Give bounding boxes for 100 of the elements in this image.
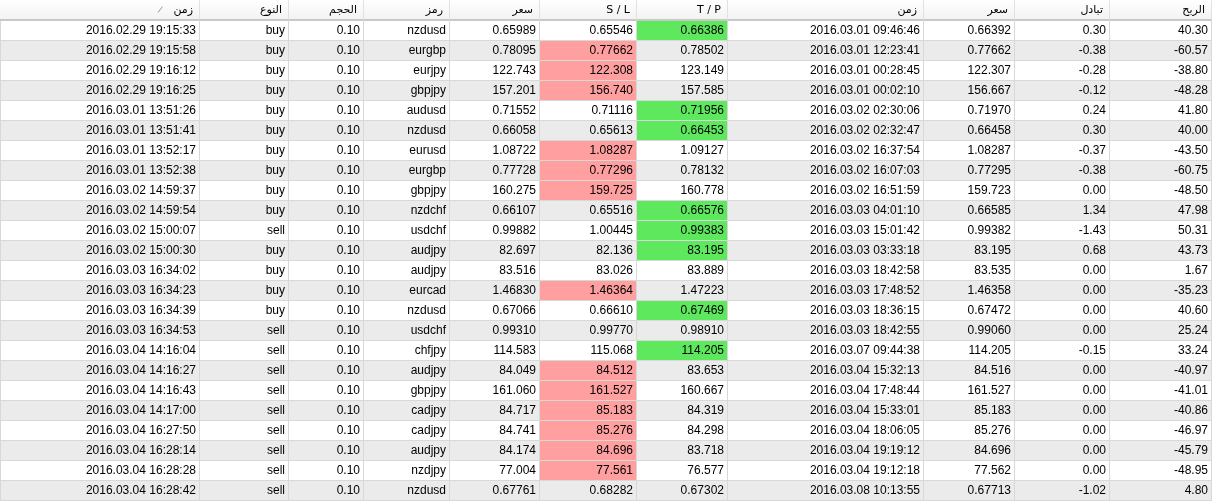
- table-cell: 0.65989: [450, 21, 540, 41]
- table-cell: buy: [200, 101, 289, 121]
- table-cell: 77.561: [540, 461, 637, 481]
- table-cell: 2016.03.02 16:07:03: [728, 161, 924, 181]
- table-cell: gbpjpy: [364, 81, 450, 101]
- table-cell: 2016.03.02 15:00:07: [0, 221, 200, 241]
- table-cell: 160.275: [450, 181, 540, 201]
- table-cell: -41.01: [1110, 381, 1212, 401]
- column-header[interactable]: T / P: [637, 0, 728, 21]
- table-cell: 2016.03.08 10:13:55: [728, 481, 924, 501]
- table-cell: buy: [200, 21, 289, 41]
- table-cell: 0.67761: [450, 481, 540, 501]
- table-cell: 0.00: [1015, 381, 1110, 401]
- table-cell: 0.10: [289, 441, 364, 461]
- table-cell: sell: [200, 381, 289, 401]
- table-cell: 0.77662: [540, 41, 637, 61]
- column-header[interactable]: S / L: [540, 0, 637, 21]
- table-cell: 2016.03.02 16:51:59: [728, 181, 924, 201]
- table-cell: 1.34: [1015, 201, 1110, 221]
- table-cell: -40.86: [1110, 401, 1212, 421]
- column-header[interactable]: الحجم: [289, 0, 364, 21]
- table-cell: 82.697: [450, 241, 540, 261]
- table-cell: usdchf: [364, 221, 450, 241]
- table-cell: 2016.03.04 18:06:05: [728, 421, 924, 441]
- table-cell: -48.28: [1110, 81, 1212, 101]
- table-cell: 1.08722: [450, 141, 540, 161]
- table-cell: 41.80: [1110, 101, 1212, 121]
- column-header[interactable]: سعر: [924, 0, 1015, 21]
- column-header[interactable]: تبادل: [1015, 0, 1110, 21]
- table-cell: audjpy: [364, 261, 450, 281]
- table-cell: 2016.03.04 19:12:18: [728, 461, 924, 481]
- table-cell: 84.298: [637, 421, 728, 441]
- table-cell: -1.43: [1015, 221, 1110, 241]
- table-cell: 40.60: [1110, 301, 1212, 321]
- table-cell: 82.136: [540, 241, 637, 261]
- table-cell: 2016.03.03 17:48:52: [728, 281, 924, 301]
- table-cell: buy: [200, 241, 289, 261]
- table-cell: gbpjpy: [364, 381, 450, 401]
- table-cell: 4.80: [1110, 481, 1212, 501]
- table-cell: 84.696: [924, 441, 1015, 461]
- table-cell: 0.67066: [450, 301, 540, 321]
- table-cell: 0.10: [289, 461, 364, 481]
- table-cell: 2016.03.02 14:59:37: [0, 181, 200, 201]
- table-cell: 0.66058: [450, 121, 540, 141]
- table-cell: 2016.03.02 16:37:54: [728, 141, 924, 161]
- table-cell: 2016.03.04 14:16:04: [0, 341, 200, 361]
- table-cell: 0.67472: [924, 301, 1015, 321]
- table-cell: 0.30: [1015, 21, 1110, 41]
- table-cell: 83.718: [637, 441, 728, 461]
- table-cell: 0.99383: [637, 221, 728, 241]
- table-cell: nzdchf: [364, 201, 450, 221]
- table-cell: 161.527: [540, 381, 637, 401]
- table-cell: 83.535: [924, 261, 1015, 281]
- table-cell: 0.10: [289, 381, 364, 401]
- table-cell: 0.66386: [637, 21, 728, 41]
- table-cell: buy: [200, 181, 289, 201]
- table-cell: 2016.03.03 04:01:10: [728, 201, 924, 221]
- table-cell: 122.307: [924, 61, 1015, 81]
- table-cell: -0.12: [1015, 81, 1110, 101]
- table-cell: cadjpy: [364, 401, 450, 421]
- table-cell: 0.00: [1015, 321, 1110, 341]
- table-cell: -38.80: [1110, 61, 1212, 81]
- table-cell: audusd: [364, 101, 450, 121]
- column-header[interactable]: الربح: [1110, 0, 1212, 21]
- table-cell: 2016.02.29 19:16:25: [0, 81, 200, 101]
- table-cell: eurgbp: [364, 41, 450, 61]
- column-header[interactable]: النوع: [200, 0, 289, 21]
- table-cell: 33.24: [1110, 341, 1212, 361]
- table-cell: buy: [200, 141, 289, 161]
- column-header[interactable]: زمن: [728, 0, 924, 21]
- table-cell: 84.319: [637, 401, 728, 421]
- table-cell: eurgbp: [364, 161, 450, 181]
- table-cell: -0.28: [1015, 61, 1110, 81]
- table-cell: 2016.03.03 16:34:53: [0, 321, 200, 341]
- table-cell: 2016.03.02 02:30:06: [728, 101, 924, 121]
- table-cell: 2016.03.01 13:51:26: [0, 101, 200, 121]
- table-cell: 2016.03.03 18:42:58: [728, 261, 924, 281]
- table-cell: 2016.03.04 16:28:28: [0, 461, 200, 481]
- table-cell: 0.65613: [540, 121, 637, 141]
- table-cell: 0.66458: [924, 121, 1015, 141]
- table-cell: 84.741: [450, 421, 540, 441]
- table-cell: 2016.03.04 14:16:43: [0, 381, 200, 401]
- column-header[interactable]: سعر: [450, 0, 540, 21]
- table-cell: 2016.03.04 19:19:12: [728, 441, 924, 461]
- table-cell: 2016.03.03 15:01:42: [728, 221, 924, 241]
- table-cell: 2016.03.07 09:44:38: [728, 341, 924, 361]
- table-cell: sell: [200, 221, 289, 241]
- table-cell: 159.725: [540, 181, 637, 201]
- table-cell: 114.205: [924, 341, 1015, 361]
- table-cell: -0.37: [1015, 141, 1110, 161]
- table-cell: 0.66453: [637, 121, 728, 141]
- table-cell: 2016.02.29 19:16:12: [0, 61, 200, 81]
- table-cell: sell: [200, 361, 289, 381]
- table-cell: nzdjpy: [364, 461, 450, 481]
- column-header[interactable]: رمز: [364, 0, 450, 21]
- table-cell: 2016.03.02 15:00:30: [0, 241, 200, 261]
- table-cell: 83.889: [637, 261, 728, 281]
- table-cell: 77.562: [924, 461, 1015, 481]
- column-header[interactable]: زمن: [0, 0, 200, 21]
- table-cell: 0.10: [289, 321, 364, 341]
